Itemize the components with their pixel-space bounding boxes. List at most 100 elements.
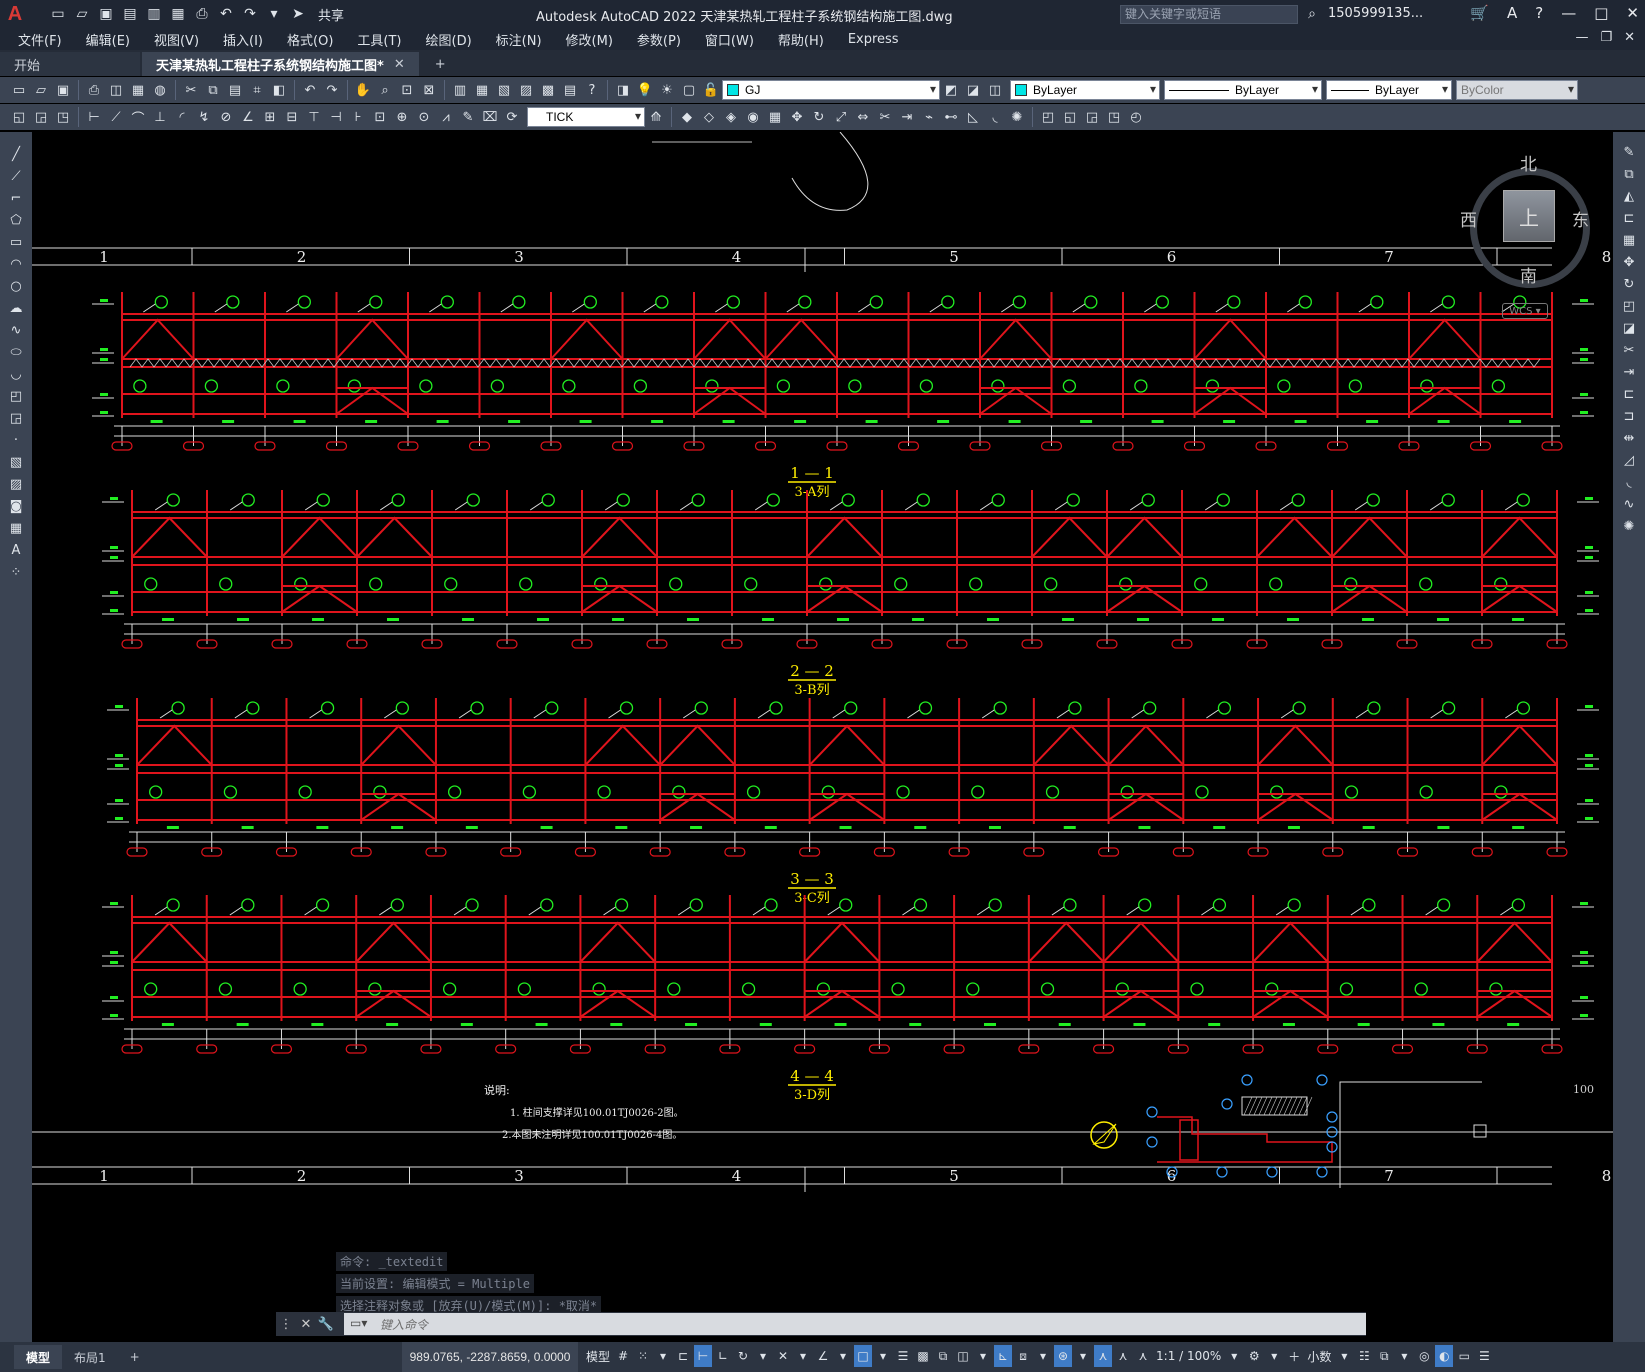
- clean-screen-icon[interactable]: ▭: [1455, 1345, 1473, 1367]
- ellipse-arc-icon[interactable]: ◡: [5, 364, 27, 384]
- plotstyle-dropdown[interactable]: ByColor: [1456, 80, 1578, 100]
- save-web-icon[interactable]: ▦: [168, 4, 188, 24]
- dim-style-icon[interactable]: ◳: [52, 106, 74, 128]
- jogged-linear-icon[interactable]: ⩘: [435, 106, 457, 128]
- minimize-button[interactable]: —: [1561, 4, 1576, 22]
- menu-tools[interactable]: 工具(T): [357, 30, 401, 49]
- menu-edit[interactable]: 编辑(E): [86, 30, 130, 49]
- infer-constraints-icon[interactable]: ⊏: [674, 1345, 692, 1367]
- make-block-icon[interactable]: ◱: [1059, 106, 1081, 128]
- stretch-icon[interactable]: ⇔: [852, 106, 874, 128]
- cut-icon[interactable]: ✂: [180, 79, 202, 101]
- extend-icon[interactable]: ⇥: [896, 106, 918, 128]
- lineweight-dropdown[interactable]: ByLayer: [1326, 80, 1452, 100]
- join-icon[interactable]: ⊷: [940, 106, 962, 128]
- wcs-menu[interactable]: WCS ▾: [1502, 303, 1548, 319]
- gizmo-menu-icon[interactable]: ▾: [1074, 1345, 1092, 1367]
- arc-icon[interactable]: ◠: [5, 254, 27, 274]
- spline-icon[interactable]: ∿: [5, 320, 27, 340]
- layer-dropdown[interactable]: GJ: [722, 80, 940, 100]
- baseline-dim-icon[interactable]: ⊟: [281, 106, 303, 128]
- fillet-icon[interactable]: ◟: [1618, 472, 1640, 492]
- copy-object-icon[interactable]: ◇: [698, 106, 720, 128]
- offset-icon[interactable]: ◉: [742, 106, 764, 128]
- array-icon[interactable]: ▦: [1618, 230, 1640, 250]
- construction-line-icon[interactable]: ⟋: [5, 166, 27, 186]
- isodraft-icon[interactable]: ✕: [774, 1345, 792, 1367]
- 3d-osnap-icon[interactable]: ◫: [954, 1345, 972, 1367]
- insert-block-icon[interactable]: ◰: [1037, 106, 1059, 128]
- command-grip-icon[interactable]: ⋮: [276, 1317, 296, 1332]
- copy-icon[interactable]: ⧉: [202, 79, 224, 101]
- mirror-icon[interactable]: ◭: [1618, 186, 1640, 206]
- chamfer-icon[interactable]: ◿: [1618, 450, 1640, 470]
- insert-block-icon[interactable]: ◰: [5, 386, 27, 406]
- autoscale-icon[interactable]: ⋏: [1114, 1345, 1132, 1367]
- object-snap-icon[interactable]: □: [854, 1345, 873, 1367]
- compass-north[interactable]: 北: [1520, 150, 1537, 175]
- menu-help[interactable]: 帮助(H): [778, 30, 824, 49]
- menu-file[interactable]: 文件(F): [18, 30, 62, 49]
- maximize-button[interactable]: □: [1594, 4, 1608, 22]
- scale-icon[interactable]: ⤢: [830, 106, 852, 128]
- inspection-icon[interactable]: ⊙: [413, 106, 435, 128]
- make-current-icon[interactable]: ◩: [940, 79, 962, 101]
- dynamic-ucs-icon[interactable]: ⊾: [994, 1345, 1013, 1367]
- zoom-realtime-icon[interactable]: ⌕: [374, 79, 396, 101]
- save-icon[interactable]: ▣: [52, 79, 74, 101]
- snap-icon[interactable]: ⁙: [634, 1345, 652, 1367]
- autocad-logo[interactable]: A: [0, 0, 30, 28]
- quick-dim-icon[interactable]: ⊞: [259, 106, 281, 128]
- ortho-icon[interactable]: ∟: [714, 1345, 732, 1367]
- dim-space-icon[interactable]: ⊣: [325, 106, 347, 128]
- new-icon[interactable]: ▭: [8, 79, 30, 101]
- customization-icon[interactable]: ☰: [1475, 1345, 1493, 1367]
- object-snap-menu-icon[interactable]: ▾: [874, 1345, 892, 1367]
- color-dropdown[interactable]: ByLayer: [1010, 80, 1160, 100]
- hatch-icon[interactable]: ◳: [1103, 106, 1125, 128]
- annotation-scale-value[interactable]: 1:1 / 100%: [1154, 1345, 1223, 1367]
- menu-modify[interactable]: 修改(M): [566, 30, 613, 49]
- undo-icon[interactable]: ↶: [299, 79, 321, 101]
- search-icon[interactable]: ⌕: [1302, 4, 1322, 24]
- hatch-icon[interactable]: ▧: [5, 452, 27, 472]
- grid-icon[interactable]: #: [614, 1345, 632, 1367]
- linetype-dropdown[interactable]: ByLayer: [1164, 80, 1322, 100]
- drawing-canvas[interactable]: 12345678123456781 — 1 3-A列 2 — 2 3-B列 3 — 33…: [32, 132, 1613, 1342]
- break-icon[interactable]: ⊐: [1618, 406, 1640, 426]
- customize-icon[interactable]: ▾: [264, 4, 284, 24]
- close-tab-icon[interactable]: ✕: [394, 57, 405, 72]
- point-icon[interactable]: ◲: [1081, 106, 1103, 128]
- scale-icon[interactable]: ◰: [1618, 296, 1640, 316]
- ordinate-dim-icon[interactable]: ⊥: [149, 106, 171, 128]
- doc-minimize-button[interactable]: —: [1575, 30, 1588, 45]
- table-icon[interactable]: ▦: [5, 518, 27, 538]
- diameter-dim-icon[interactable]: ⊘: [215, 106, 237, 128]
- polygon-icon[interactable]: ⬠: [5, 210, 27, 230]
- doc-restore-button[interactable]: ❐: [1600, 30, 1612, 45]
- rotate-icon[interactable]: ↻: [1618, 274, 1640, 294]
- polar-menu-icon[interactable]: ▾: [754, 1345, 772, 1367]
- add-selected-icon[interactable]: ⁘: [5, 562, 27, 582]
- mirror-icon[interactable]: ◈: [720, 106, 742, 128]
- dim-style-manager-icon[interactable]: ⟰: [645, 106, 667, 128]
- dim-text-edit-icon[interactable]: ⌧: [479, 106, 501, 128]
- redo-icon[interactable]: ↷: [321, 79, 343, 101]
- layer-on-icon[interactable]: 💡: [634, 79, 656, 101]
- close-button[interactable]: ✕: [1626, 4, 1639, 22]
- properties-icon[interactable]: ▥: [449, 79, 471, 101]
- 3d-print-icon[interactable]: ◍: [149, 79, 171, 101]
- object-snap-tracking-icon[interactable]: ∠: [814, 1345, 832, 1367]
- polar-icon[interactable]: ↻: [734, 1345, 752, 1367]
- erase-icon[interactable]: ◆: [676, 106, 698, 128]
- open-file-icon[interactable]: ▱: [72, 4, 92, 24]
- add-layout-button[interactable]: +: [118, 1345, 152, 1369]
- model-space-toggle[interactable]: 模型: [584, 1345, 612, 1367]
- publish-icon[interactable]: ▦: [127, 79, 149, 101]
- styles-icon[interactable]: ◱: [8, 106, 30, 128]
- quickcalc-icon[interactable]: ▤: [559, 79, 581, 101]
- markup-icon[interactable]: ▩: [537, 79, 559, 101]
- dim-edit-icon[interactable]: ✎: [457, 106, 479, 128]
- coordinates-display[interactable]: 989.0765, -2287.8659, 0.0000: [402, 1342, 578, 1372]
- linear-dim-icon[interactable]: ⊢: [83, 106, 105, 128]
